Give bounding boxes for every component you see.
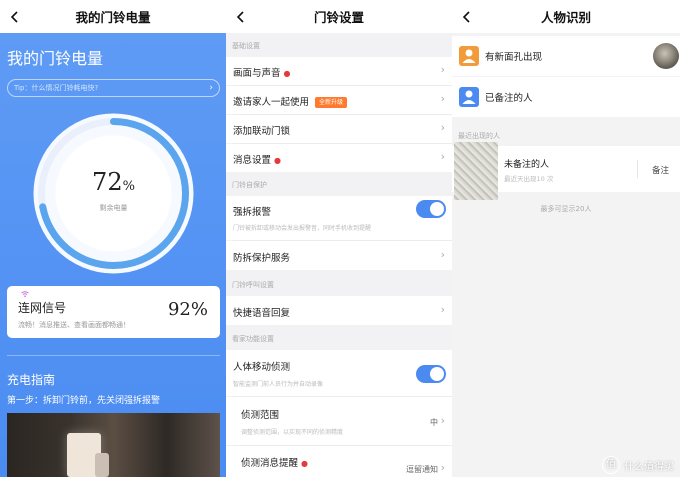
- row-sublabel: 智能监测门前人员行为并自动录像: [233, 381, 324, 388]
- screenshot-root: 我的门铃电量 我的门铃电量 Tip：什么情况门铃耗电快? › 72% 剩余电量 …: [0, 0, 680, 477]
- page-title: 门铃设置: [313, 10, 364, 25]
- row-label: 人体移动侦测: [233, 362, 291, 373]
- wifi-signal-card: 连网信号 流畅！消息推送、查看画面都畅通！ 92%: [7, 286, 220, 338]
- row-sublabel: 门铃被拆卸或移动会发出报警音，同时手机收到提醒: [233, 225, 372, 232]
- battery-panel: 我的门铃电量 我的门铃电量 Tip：什么情况门铃耗电快? › 72% 剩余电量 …: [0, 0, 226, 477]
- wifi-value: 92%: [167, 299, 208, 320]
- row-label: 侦测消息提醒 ●: [241, 455, 308, 469]
- battery-big-title: 我的门铃电量: [7, 49, 104, 68]
- person-name: 未备注的人: [504, 160, 550, 170]
- toggle-knob: [430, 202, 444, 216]
- wifi-subtitle: 流畅！消息推送、查看画面都畅通！: [18, 321, 130, 329]
- chevron-right-icon: ›: [209, 83, 213, 93]
- row-label: 防拆保护服务: [233, 253, 291, 264]
- watermark: 值 什么值得买: [602, 456, 674, 474]
- section-guard: 看家功能设置: [232, 335, 274, 343]
- noted-people-label: 已备注的人: [485, 93, 533, 104]
- row-noted-people[interactable]: 已备注的人: [452, 77, 680, 117]
- back-chevron-icon[interactable]: [8, 9, 22, 23]
- charging-guide-photo: [7, 413, 220, 477]
- chevron-right-icon: ›: [440, 150, 445, 163]
- watermark-logo-icon: 值: [602, 456, 620, 474]
- row-label: 邀请家人一起使用 全新升级: [233, 94, 348, 108]
- page-title: 人物识别: [540, 10, 591, 25]
- battery-header: 我的门铃电量: [0, 0, 226, 33]
- new-upgrade-badge: 全新升级: [315, 97, 348, 108]
- wifi-icon: [21, 291, 29, 297]
- anti-tamper-toggle[interactable]: [416, 200, 446, 218]
- battery-ring: 72% 剩余电量: [31, 111, 196, 276]
- row-sublabel: 调整侦测范围，以实现不同的侦测精度: [241, 429, 344, 436]
- row-quick-reply[interactable]: 快捷语音回复 ›: [226, 296, 452, 325]
- motion-detect-toggle[interactable]: [416, 365, 446, 383]
- row-label-text: 邀请家人一起使用: [233, 97, 310, 108]
- row-label-text: 画面与声音: [233, 68, 281, 79]
- wifi-title: 连网信号: [18, 301, 67, 315]
- chevron-right-icon: ›: [440, 303, 445, 316]
- section-recent: 最近出现的人: [458, 132, 500, 140]
- row-label: 侦测范围: [241, 410, 280, 421]
- back-chevron-icon[interactable]: [234, 9, 248, 23]
- new-face-person-icon: [459, 46, 479, 66]
- section-protect: 门铃自保护: [232, 181, 267, 189]
- row-label-text: 侦测消息提醒: [241, 458, 299, 469]
- row-motion-detect: 人体移动侦测 智能监测门前人员行为并自动录像: [226, 350, 452, 396]
- person-appearances: 最近天出现10 次: [504, 175, 554, 183]
- row-protect-service[interactable]: 防拆保护服务 ›: [226, 241, 452, 270]
- face-header: 人物识别: [452, 0, 680, 33]
- chevron-right-icon: ›: [440, 414, 445, 427]
- chevron-right-icon: ›: [440, 461, 445, 474]
- row-anti-tamper: 强拆报警 门铃被拆卸或移动会发出报警音，同时手机收到提醒: [226, 196, 452, 240]
- row-message-settings[interactable]: 消息设置 ● ›: [226, 144, 452, 172]
- face-thumbnail: [653, 43, 679, 69]
- battery-label: 剩余电量: [99, 204, 128, 212]
- row-detect-message[interactable]: 侦测消息提醒 ● 逗留通知 ›: [226, 446, 452, 477]
- battery-value: 72: [92, 168, 123, 196]
- chevron-right-icon: ›: [440, 92, 445, 105]
- watermark-text: 什么值得买: [624, 461, 674, 473]
- add-note-button[interactable]: 备注: [652, 164, 669, 176]
- battery-unit: %: [122, 179, 135, 194]
- charging-guide-step: 第一步：拆卸门铃前，先关闭强拆报警: [7, 396, 161, 406]
- face-recognition-panel: 人物识别 有新面孔出现 已备注的人 最近出现的人 未备注的人 最近天出现10 次…: [452, 0, 680, 477]
- row-linked-lock[interactable]: 添加联动门锁 ›: [226, 115, 452, 143]
- new-face-label: 有新面孔出现: [485, 52, 543, 63]
- settings-header: 门铃设置: [226, 0, 452, 33]
- row-label: 画面与声音 ●: [233, 65, 291, 79]
- message-alert-value: 逗留通知: [406, 465, 438, 474]
- photo-highlight: [95, 453, 109, 477]
- settings-panel: 门铃设置 基础设置 画面与声音 ● › 邀请家人一起使用 全新升级 › 添加联动门锁…: [226, 0, 452, 477]
- back-chevron-icon[interactable]: [460, 9, 474, 23]
- noted-person-icon: [459, 87, 479, 107]
- chevron-right-icon: ›: [440, 248, 445, 261]
- row-label-text: 消息设置: [233, 155, 272, 166]
- row-label: 快捷语音回复: [233, 308, 291, 319]
- max-display-note: 最多可显示20人: [540, 205, 592, 213]
- toggle-knob: [430, 367, 444, 381]
- section-call: 门铃呼叫设置: [232, 281, 274, 289]
- charging-guide-title: 充电指南: [7, 373, 56, 387]
- chevron-right-icon: ›: [440, 63, 445, 76]
- red-dot-icon: ●: [301, 459, 308, 468]
- row-new-face[interactable]: 有新面孔出现: [452, 36, 680, 76]
- row-label: 强拆报警: [233, 207, 272, 218]
- row-detect-range[interactable]: 侦测范围 调整侦测范围，以实现不同的侦测精度 中 ›: [226, 397, 452, 445]
- red-dot-icon: ●: [274, 156, 281, 165]
- row-label: 添加联动门锁: [233, 126, 291, 137]
- blurred-face-image: [454, 142, 498, 200]
- tip-text: Tip：什么情况门铃耗电快?: [14, 84, 99, 92]
- row-picture-sound[interactable]: 画面与声音 ● ›: [226, 57, 452, 85]
- row-label: 消息设置 ●: [233, 152, 281, 166]
- red-dot-icon: ●: [283, 69, 291, 78]
- chevron-right-icon: ›: [440, 121, 445, 134]
- divider: [637, 160, 638, 178]
- range-value: 中: [430, 418, 438, 427]
- battery-tip-link[interactable]: Tip：什么情况门铃耗电快? ›: [7, 79, 220, 97]
- section-basic: 基础设置: [232, 42, 260, 50]
- row-invite-family[interactable]: 邀请家人一起使用 全新升级 ›: [226, 86, 452, 114]
- divider: [7, 355, 220, 356]
- battery-percent: 72%: [31, 168, 196, 196]
- page-title: 我的门铃电量: [75, 10, 151, 25]
